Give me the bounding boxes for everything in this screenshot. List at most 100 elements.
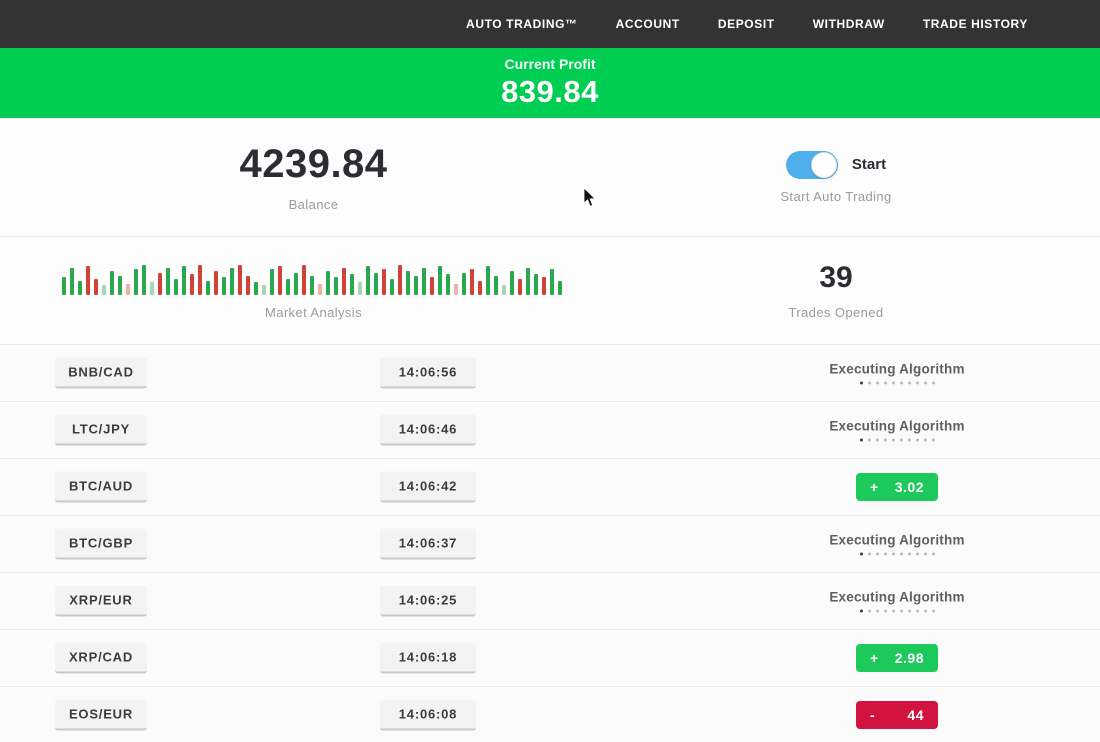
market-bar (158, 273, 162, 295)
nav-item-trade-history[interactable]: TRADE HISTORY (923, 17, 1028, 31)
toggle-label: Start (852, 156, 886, 173)
market-bar (270, 269, 274, 295)
auto-trading-toggle[interactable] (786, 151, 838, 179)
top-nav: AUTO TRADING™ ACCOUNT DEPOSIT WITHDRAW TRADE… (0, 0, 1100, 48)
market-bar (278, 266, 282, 295)
table-row: LTC/JPY 14:06:46 Executing Algorithm (0, 402, 1100, 459)
trades-opened-label: Trades Opened (788, 305, 883, 320)
market-bar (78, 281, 82, 295)
market-bar (526, 268, 530, 295)
market-bar (422, 268, 426, 295)
market-bar (222, 277, 226, 295)
status-cell: Executing Algorithm (777, 419, 1017, 442)
toggle-knob (811, 152, 837, 178)
nav-menu: AUTO TRADING™ ACCOUNT DEPOSIT WITHDRAW TRADE… (428, 17, 1028, 31)
pair-badge: EOS/EUR (55, 700, 147, 731)
market-bar (246, 276, 250, 295)
market-bar (406, 271, 410, 295)
market-bar (134, 269, 138, 295)
executing-label: Executing Algorithm (777, 362, 1017, 377)
time-badge: 14:06:25 (380, 586, 476, 617)
market-bar (254, 282, 258, 295)
loss-badge: -44 (856, 701, 938, 729)
market-bar (398, 265, 402, 295)
time-badge: 14:06:42 (380, 472, 476, 503)
market-bar (414, 276, 418, 295)
pair-badge: LTC/JPY (55, 415, 147, 446)
status-cell: -44 (777, 701, 1017, 729)
pair-badge: XRP/EUR (55, 586, 147, 617)
pair-badge: BNB/CAD (55, 358, 147, 389)
market-bar (438, 266, 442, 295)
market-bar (390, 279, 394, 295)
market-bar (446, 274, 450, 295)
market-bar (326, 271, 330, 295)
nav-item-deposit[interactable]: DEPOSIT (718, 17, 775, 31)
market-bar (470, 269, 474, 295)
profit-badge: +3.02 (856, 473, 938, 501)
trades-table: BNB/CAD 14:06:56 Executing Algorithm LTC… (0, 344, 1100, 742)
market-bar (310, 276, 314, 295)
market-section: Market Analysis 39 Trades Opened (0, 237, 1100, 344)
market-bar (334, 277, 338, 295)
executing-label: Executing Algorithm (777, 590, 1017, 605)
market-bar (102, 285, 106, 295)
table-row: XRP/CAD 14:06:18 +2.98 (0, 630, 1100, 687)
market-bar (286, 279, 290, 295)
market-bar (366, 266, 370, 295)
toggle-sub-label: Start Auto Trading (780, 189, 891, 204)
market-bar (510, 271, 514, 295)
market-bar (358, 282, 362, 295)
market-bar (518, 279, 522, 295)
progress-dots (777, 553, 1017, 556)
market-bar (454, 284, 458, 295)
market-bar (302, 265, 306, 295)
market-bar (318, 284, 322, 295)
progress-dots (777, 382, 1017, 385)
market-bar (550, 269, 554, 295)
market-bar (494, 276, 498, 295)
pair-badge: BTC/GBP (55, 529, 147, 560)
table-row: BTC/GBP 14:06:37 Executing Algorithm (0, 516, 1100, 573)
market-bar (174, 279, 178, 295)
market-bar (350, 274, 354, 295)
time-badge: 14:06:46 (380, 415, 476, 446)
market-analysis-label: Market Analysis (265, 305, 362, 320)
nav-item-auto-trading[interactable]: AUTO TRADING™ (466, 17, 578, 31)
status-cell: Executing Algorithm (777, 533, 1017, 556)
nav-item-account[interactable]: ACCOUNT (616, 17, 680, 31)
executing-label: Executing Algorithm (777, 419, 1017, 434)
market-analysis-chart (62, 261, 566, 295)
market-bar (462, 273, 466, 295)
market-bar (142, 265, 146, 295)
market-bar (534, 274, 538, 295)
time-badge: 14:06:18 (380, 643, 476, 674)
current-profit-value: 839.84 (501, 74, 599, 110)
market-bar (382, 269, 386, 295)
market-bar (118, 276, 122, 295)
market-bar (150, 282, 154, 295)
market-bar (214, 271, 218, 295)
market-bar (126, 284, 130, 295)
status-cell: Executing Algorithm (777, 362, 1017, 385)
table-row: BTC/AUD 14:06:42 +3.02 (0, 459, 1100, 516)
market-bar (110, 271, 114, 295)
balance-label: Balance (289, 197, 339, 212)
status-cell: +2.98 (777, 644, 1017, 672)
market-bar (62, 277, 66, 295)
table-row: BNB/CAD 14:06:56 Executing Algorithm (0, 345, 1100, 402)
executing-label: Executing Algorithm (777, 533, 1017, 548)
market-bar (502, 285, 506, 295)
nav-item-withdraw[interactable]: WITHDRAW (813, 17, 885, 31)
market-bar (166, 268, 170, 295)
market-bar (230, 268, 234, 295)
market-bar (190, 274, 194, 295)
pair-badge: BTC/AUD (55, 472, 147, 503)
time-badge: 14:06:56 (380, 358, 476, 389)
time-badge: 14:06:37 (380, 529, 476, 560)
current-profit-label: Current Profit (505, 56, 596, 72)
market-bar (374, 273, 378, 295)
market-bar (486, 266, 490, 295)
market-bar (342, 268, 346, 295)
profit-badge: +2.98 (856, 644, 938, 672)
